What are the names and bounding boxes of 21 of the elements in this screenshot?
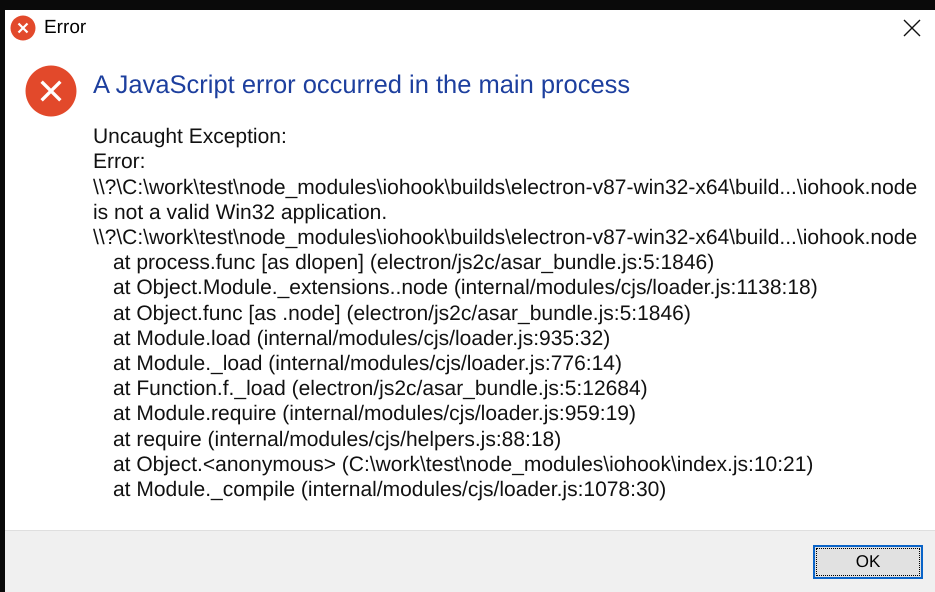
error-icon xyxy=(10,15,36,41)
error-message-line: is not a valid Win32 application. xyxy=(93,200,388,224)
error-icon xyxy=(25,65,77,117)
close-icon[interactable] xyxy=(903,19,921,37)
error-message-line: Error: xyxy=(93,150,146,174)
stack-trace-line: at Object.<anonymous> (C:\work\test\node_modules\iohook\index.js:10:21) xyxy=(113,452,814,476)
stack-trace-line: at process.func [as dlopen] (electron/js2c/asar_bundle.js:5:1846) xyxy=(113,251,714,274)
error-message-line: \\?\C:\work\test\node_modules\iohook\builds\electron-v87-win32-x64\build...\iohook.node xyxy=(93,176,918,199)
stack-trace-line: at Module._load (internal/modules/cjs/loader.js:776:14) xyxy=(113,352,622,375)
error-message-line: \\?\C:\work\test\node_modules\iohook\builds\electron-v87-win32-x64\build...\iohook.node xyxy=(93,226,918,249)
error-heading: A JavaScript error occurred in the main process xyxy=(93,70,632,101)
stack-trace-line: at Module.require (internal/modules/cjs/loader.js:959:19) xyxy=(113,402,636,426)
stack-trace-line: at Function.f._load (electron/js2c/asar_bundle.js:5:12684) xyxy=(113,377,648,400)
ok-button[interactable]: OK xyxy=(813,544,923,578)
stack-trace-line: at Object.func [as .node] (electron/js2c/asar_bundle.js:5:1846) xyxy=(113,302,691,325)
error-message-line: Uncaught Exception: xyxy=(93,125,287,148)
stack-trace-line: at Module._compile (internal/modules/cjs/loader.js:1078:30) xyxy=(113,478,666,501)
stack-trace-line: at Module.load (internal/modules/cjs/loader.js:935:32) xyxy=(113,326,610,350)
window-title: Error xyxy=(44,16,86,40)
stack-trace-line: at require (internal/modules/cjs/helpers.js:88:18) xyxy=(113,428,562,451)
stack-trace-line: at Object.Module._extensions..node (internal/modules/cjs/loader.js:1138:18) xyxy=(113,276,818,300)
